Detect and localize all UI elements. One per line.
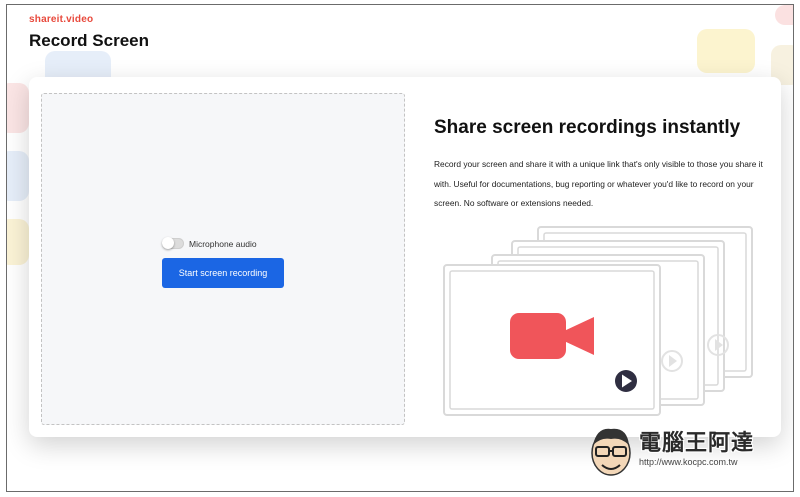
info-heading: Share screen recordings instantly (434, 117, 741, 138)
background-tile (7, 83, 29, 133)
watermark-url: http://www.kocpc.com.tw (639, 457, 738, 467)
watermark-title: 電腦王阿達 (639, 430, 755, 455)
recording-area: Microphone audio Start screen recording (41, 93, 405, 425)
watermark-mascot-icon (591, 428, 631, 476)
microphone-option: Microphone audio (162, 237, 257, 249)
info-description: Record your screen and share it with a u… (434, 159, 763, 208)
microphone-label: Microphone audio (189, 238, 257, 249)
main-card: Microphone audio Start screen recording … (29, 77, 781, 437)
background-tile (7, 219, 29, 265)
screens-illustration (443, 226, 753, 416)
page-title: Record Screen (29, 31, 149, 50)
background-tile (775, 5, 793, 25)
background-tile (7, 151, 29, 201)
microphone-toggle[interactable] (162, 237, 184, 249)
brand-logo[interactable]: shareit.video (29, 14, 93, 25)
start-recording-button[interactable]: Start screen recording (162, 258, 284, 288)
app-window: shareit.video Record Screen Microphone a… (6, 4, 794, 492)
play-icon[interactable] (615, 370, 637, 392)
background-tile (697, 29, 755, 73)
toggle-knob (162, 237, 174, 249)
